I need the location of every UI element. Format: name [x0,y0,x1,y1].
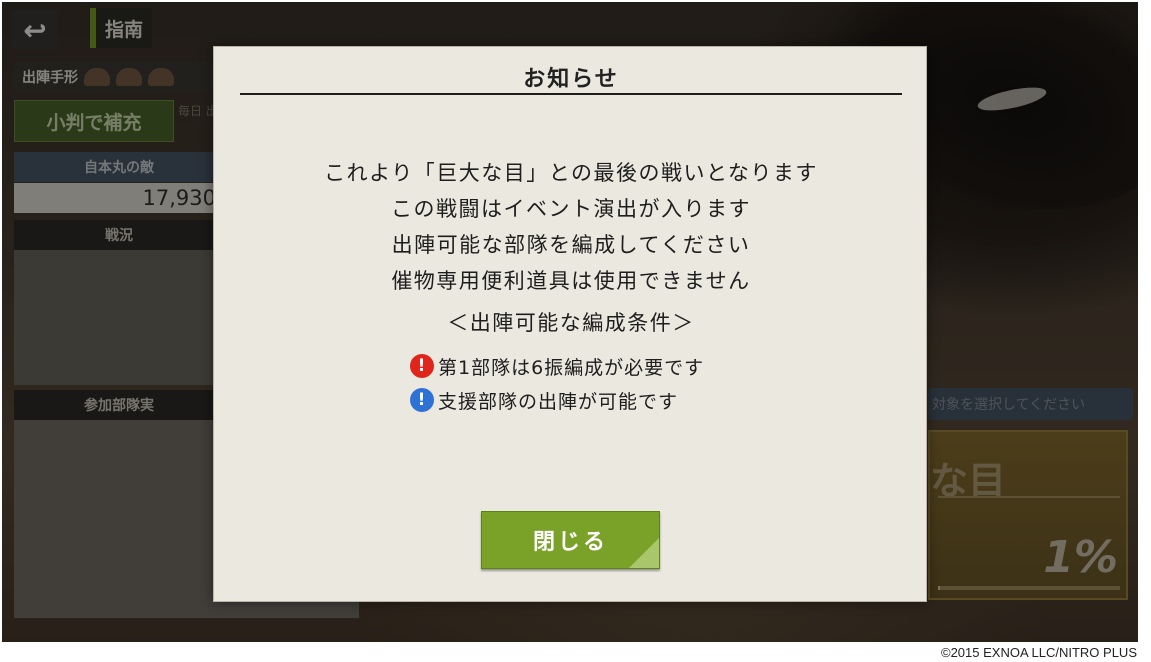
conditions-list: ! 第1部隊は6振編成が必要です ! 支援部隊の出陣が可能です [410,349,704,417]
notice-line: これより「巨大な目」との最後の戦いとなります [324,161,818,185]
notice-body: これより「巨大な目」との最後の戦いとなります この戦闘はイベント演出が入ります … [214,155,928,299]
modal-title: お知らせ [523,66,619,92]
condition-item: ! 第1部隊は6振編成が必要です [410,349,704,383]
blue-exclamation-icon: ! [410,388,434,412]
copyright-notice: ©2015 EXNOA LLC/NITRO PLUS [941,645,1137,660]
close-button-label: 閉じる [532,529,608,555]
notice-modal: お知らせ これより「巨大な目」との最後の戦いとなります この戦闘はイベント演出が… [213,46,927,602]
condition-text: 第1部隊は6振編成が必要です [438,356,705,379]
notice-line: 出陣可能な部隊を編成してください [391,233,751,257]
conditions-header: ＜出陣可能な編成条件＞ [447,311,695,335]
button-corner-decoration [629,538,659,568]
condition-item: ! 支援部隊の出陣が可能です [410,383,704,417]
notice-line: この戦闘はイベント演出が入ります [391,197,751,221]
title-divider [240,93,902,95]
red-exclamation-icon: ! [410,354,434,378]
condition-text: 支援部隊の出陣が可能です [438,390,679,413]
close-button[interactable]: 閉じる [481,511,660,569]
notice-line: 催物専用便利道具は使用できません [391,269,751,293]
